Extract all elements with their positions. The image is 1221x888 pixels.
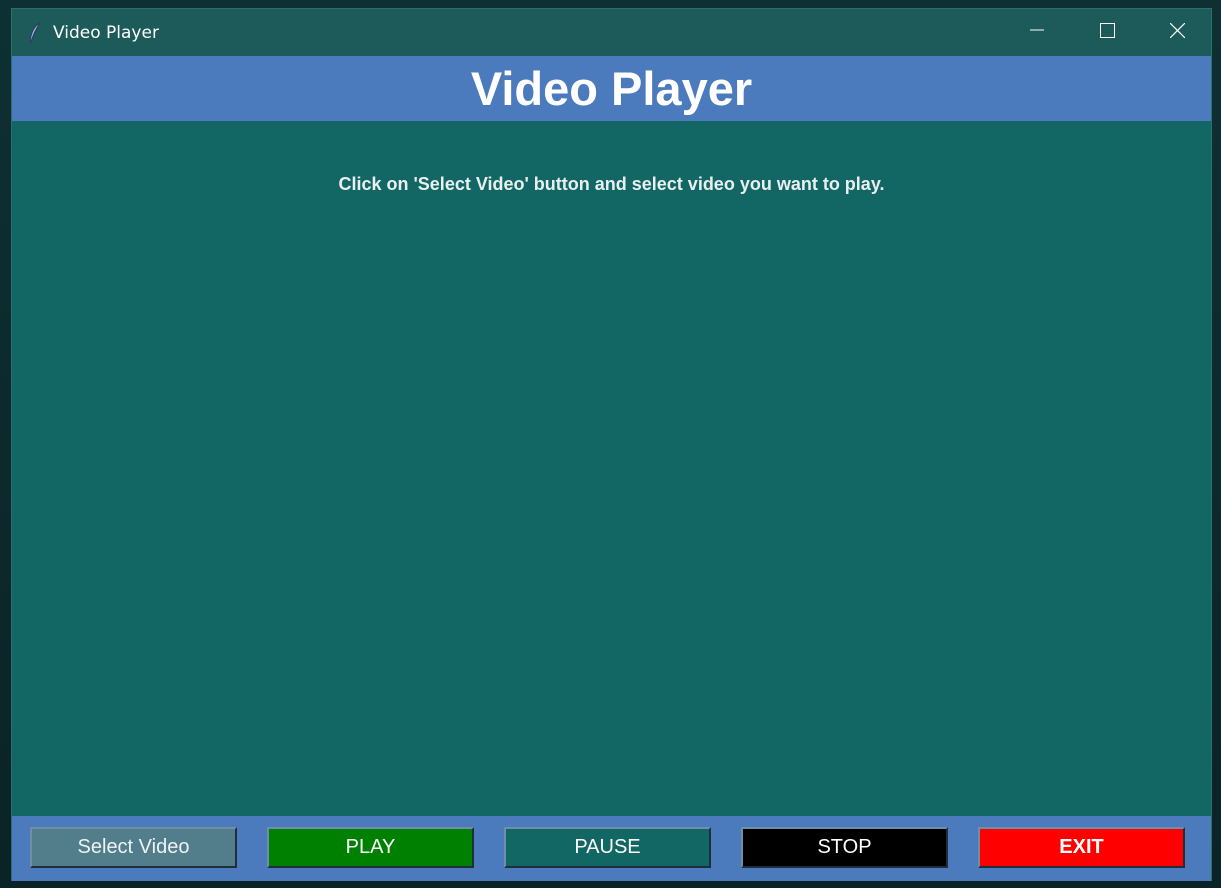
maximize-icon bbox=[1099, 22, 1115, 43]
pause-button[interactable]: PAUSE bbox=[504, 827, 711, 868]
header-banner: Video Player bbox=[12, 56, 1211, 121]
minimize-icon bbox=[1030, 23, 1044, 42]
exit-button[interactable]: EXIT bbox=[978, 827, 1185, 868]
minimize-button[interactable] bbox=[1002, 9, 1072, 56]
page-title: Video Player bbox=[470, 62, 753, 115]
window-title: Video Player bbox=[53, 23, 159, 43]
title-bar[interactable]: Video Player bbox=[12, 9, 1211, 56]
control-bar: Select Video PLAY PAUSE STOP EXIT bbox=[12, 816, 1211, 881]
play-button[interactable]: PLAY bbox=[267, 827, 474, 868]
close-icon bbox=[1169, 22, 1185, 43]
maximize-button[interactable] bbox=[1072, 9, 1142, 56]
app-window: Video Player Video Player Click on 'Sele… bbox=[11, 8, 1212, 881]
feather-icon bbox=[28, 21, 42, 44]
select-video-button[interactable]: Select Video bbox=[30, 827, 237, 868]
close-button[interactable] bbox=[1142, 9, 1212, 56]
video-area: Click on 'Select Video' button and selec… bbox=[12, 121, 1211, 816]
instruction-text: Click on 'Select Video' button and selec… bbox=[338, 174, 885, 194]
stop-button[interactable]: STOP bbox=[741, 827, 948, 868]
